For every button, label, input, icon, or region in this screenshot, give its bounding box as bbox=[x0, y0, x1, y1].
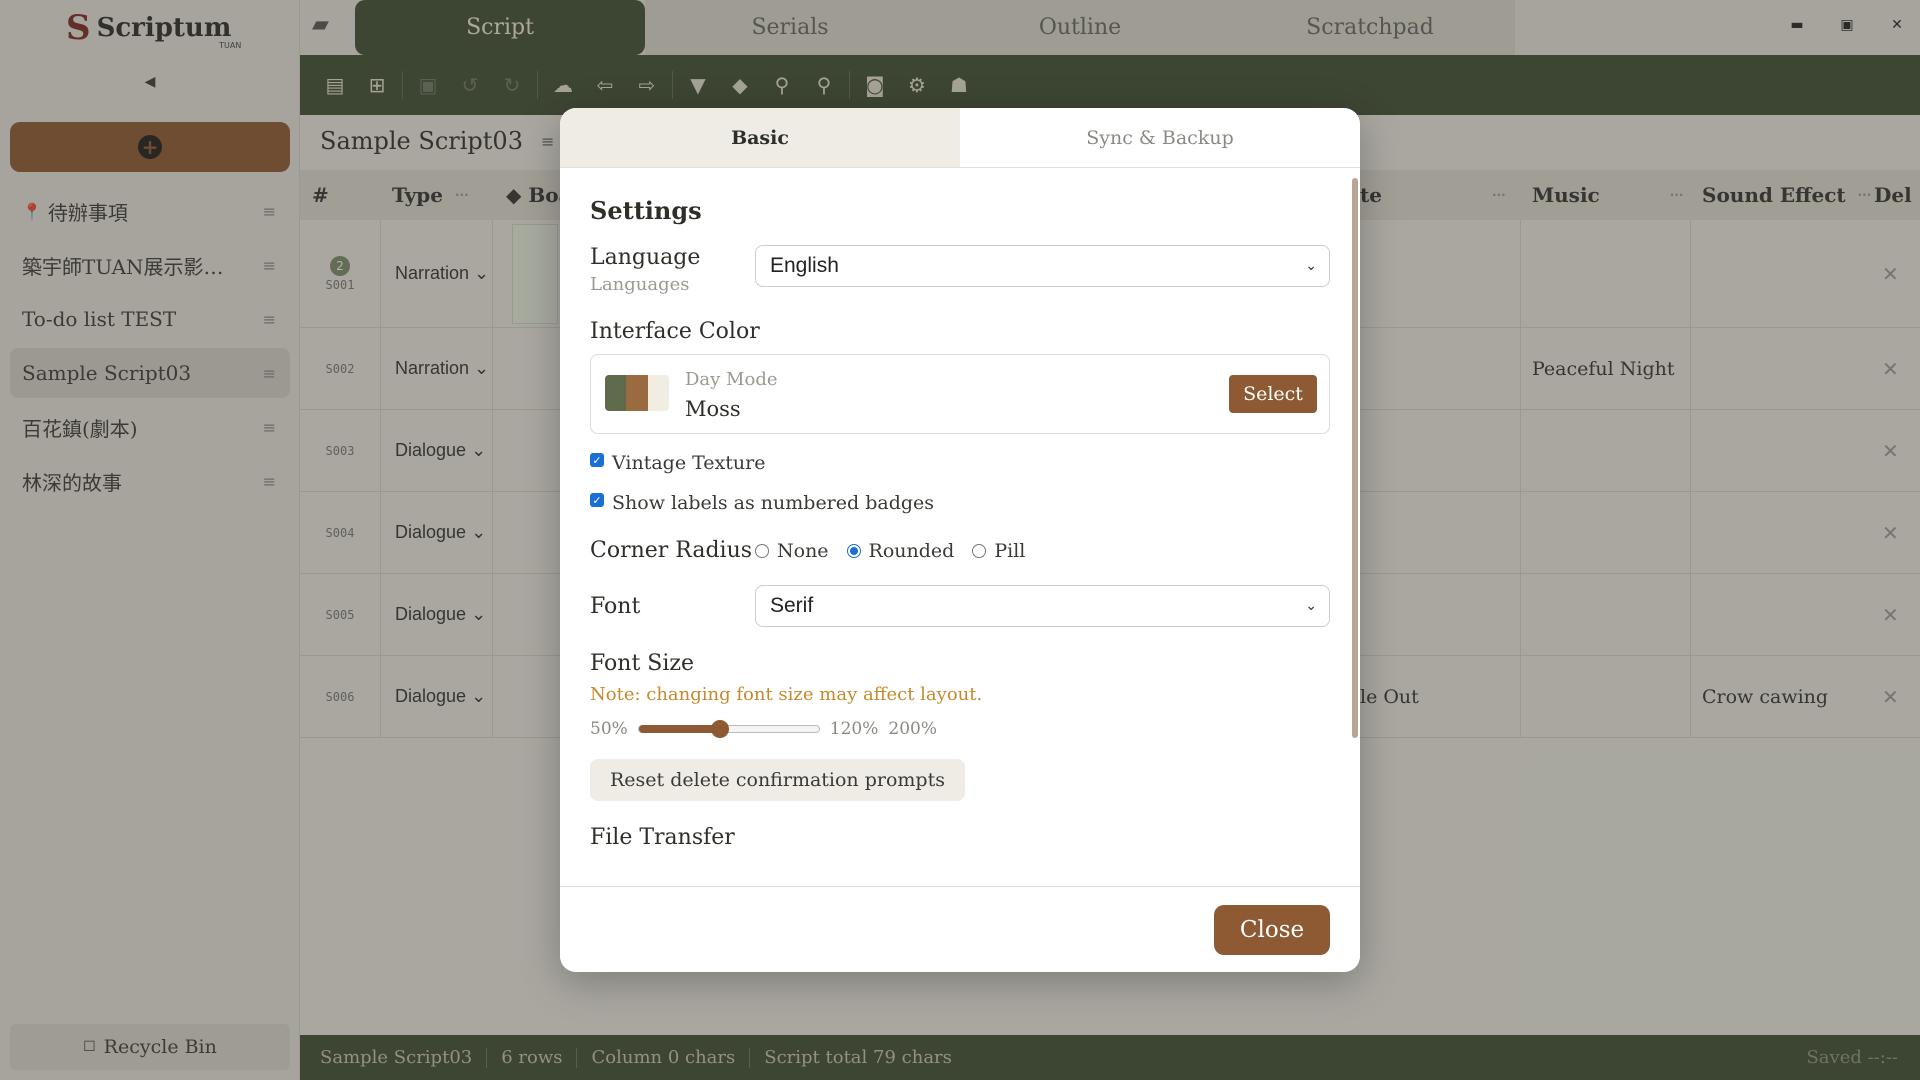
corner-radius-label: Corner Radius bbox=[590, 538, 753, 563]
radio-rounded-dot[interactable] bbox=[846, 543, 861, 558]
language-label-group: Language Languages bbox=[590, 245, 755, 295]
font-size-slider[interactable] bbox=[637, 720, 820, 738]
numbered-badges-label: Show labels as numbered badges bbox=[612, 492, 935, 514]
font-row: Font Serif ⌄ bbox=[590, 585, 1330, 627]
swatch-accent bbox=[626, 375, 648, 411]
font-size-current: 120% bbox=[829, 719, 879, 739]
scrollbar[interactable] bbox=[1352, 178, 1358, 738]
font-select[interactable]: Serif ⌄ bbox=[755, 585, 1330, 627]
color-swatch bbox=[605, 375, 669, 411]
corner-radius-row: Corner Radius None Rounded Pill bbox=[590, 538, 1330, 563]
radio-pill-dot[interactable] bbox=[972, 543, 987, 558]
settings-footer: Close bbox=[560, 886, 1360, 972]
vintage-texture-checkbox[interactable]: ✓ bbox=[590, 453, 604, 467]
settings-tabs: Basic Sync & Backup bbox=[560, 108, 1360, 168]
tab-basic[interactable]: Basic bbox=[560, 108, 960, 167]
vintage-texture-option[interactable]: ✓ Vintage Texture bbox=[590, 452, 1330, 474]
interface-color-label: Interface Color bbox=[590, 319, 760, 344]
color-mode-label: Day Mode bbox=[685, 369, 778, 390]
close-button[interactable]: Close bbox=[1214, 905, 1330, 955]
slider-fill bbox=[638, 725, 720, 733]
radio-pill[interactable]: Pill bbox=[972, 540, 1025, 562]
font-size-label: Font Size bbox=[590, 651, 695, 676]
settings-dialog: Basic Sync & Backup Settings Language La… bbox=[560, 108, 1360, 972]
font-size-slider-row: 50% 120% 200% bbox=[590, 719, 1330, 739]
select-color-button[interactable]: Select bbox=[1229, 375, 1317, 413]
settings-heading: Settings bbox=[590, 196, 702, 225]
radio-pill-label: Pill bbox=[994, 539, 1026, 562]
radio-none-dot[interactable] bbox=[755, 543, 769, 558]
numbered-badges-checkbox[interactable]: ✓ bbox=[590, 493, 604, 507]
language-select[interactable]: English ⌄ bbox=[755, 245, 1330, 287]
font-size-min: 50% bbox=[590, 719, 628, 739]
radio-none-label: None bbox=[777, 539, 829, 562]
language-label: Language bbox=[590, 245, 701, 270]
font-value: Serif bbox=[770, 594, 814, 617]
radio-rounded[interactable]: Rounded bbox=[846, 539, 955, 562]
font-label: Font bbox=[590, 593, 641, 619]
numbered-badges-option[interactable]: ✓ Show labels as numbered badges bbox=[590, 492, 1330, 514]
vintage-texture-label: Vintage Texture bbox=[612, 452, 766, 474]
swatch-dark bbox=[605, 375, 627, 411]
radio-none[interactable]: None bbox=[755, 540, 829, 562]
language-sublabel: Languages bbox=[590, 274, 690, 295]
language-value: English bbox=[770, 254, 839, 277]
chevron-down-icon: ⌄ bbox=[1305, 598, 1317, 614]
interface-color-card: Day Mode Moss Select bbox=[590, 354, 1330, 434]
file-transfer-heading: File Transfer bbox=[590, 825, 735, 850]
reset-prompts-button[interactable]: Reset delete confirmation prompts bbox=[590, 759, 965, 801]
swatch-light bbox=[647, 375, 669, 411]
slider-handle[interactable] bbox=[710, 720, 729, 738]
chevron-down-icon: ⌄ bbox=[1305, 258, 1317, 274]
color-theme-name: Moss bbox=[685, 397, 741, 421]
font-size-note: Note: changing font size may affect layo… bbox=[590, 684, 983, 705]
settings-body: Settings Language Languages English ⌄ In… bbox=[560, 168, 1360, 886]
font-size-max: 200% bbox=[888, 719, 938, 739]
language-row: Language Languages English ⌄ bbox=[590, 245, 1330, 295]
radio-rounded-label: Rounded bbox=[868, 539, 955, 562]
tab-sync-backup[interactable]: Sync & Backup bbox=[960, 108, 1360, 167]
